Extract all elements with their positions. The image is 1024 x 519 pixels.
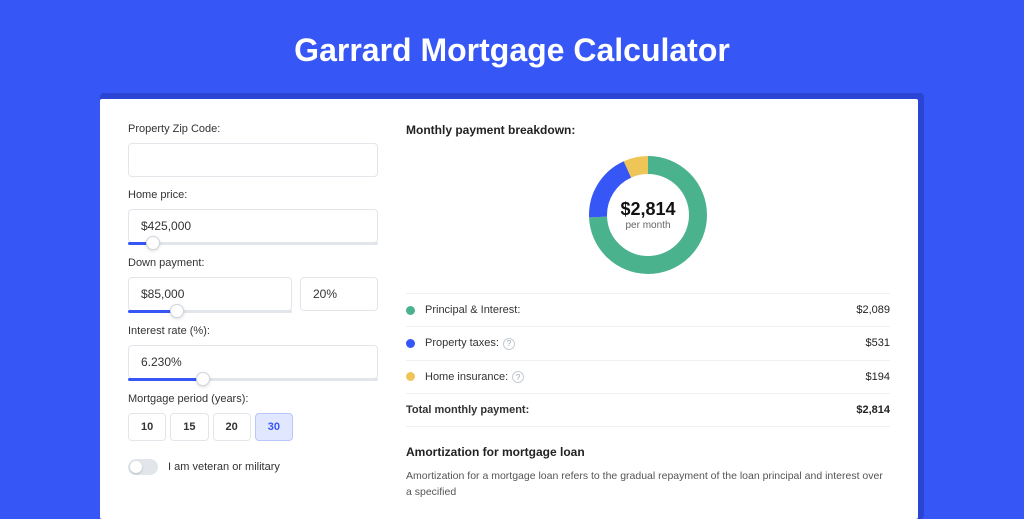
form-panel: Property Zip Code: Home price: Down paym… — [128, 123, 378, 495]
breakdown-value: $2,089 — [856, 304, 890, 316]
zip-label: Property Zip Code: — [128, 123, 378, 135]
down-payment-label: Down payment: — [128, 257, 378, 269]
card-container: Property Zip Code: Home price: Down paym… — [0, 93, 1024, 519]
donut-center: $2,814 per month — [584, 151, 712, 279]
legend-dot-icon — [406, 372, 415, 381]
legend-dot-icon — [406, 306, 415, 315]
amortization-title: Amortization for mortgage loan — [406, 445, 890, 459]
interest-rate-slider-fill — [128, 378, 203, 381]
help-icon[interactable]: ? — [512, 371, 524, 383]
breakdown-total-row: Total monthly payment:$2,814 — [406, 394, 890, 427]
mortgage-period-options: 10152030 — [128, 413, 378, 441]
interest-rate-input[interactable] — [128, 345, 378, 379]
card-shadow: Property Zip Code: Home price: Down paym… — [100, 93, 924, 519]
down-payment-pct-input[interactable] — [300, 277, 378, 311]
donut-chart: $2,814 per month — [584, 151, 712, 279]
breakdown-label: Property taxes:? — [425, 337, 866, 350]
home-price-slider-thumb[interactable] — [146, 236, 160, 250]
breakdown-total-value: $2,814 — [856, 404, 890, 416]
breakdown-row: Property taxes:?$531 — [406, 327, 890, 361]
page-title: Garrard Mortgage Calculator — [0, 0, 1024, 93]
period-option-30[interactable]: 30 — [255, 413, 293, 441]
legend-dot-icon — [406, 339, 415, 348]
breakdown-list: Principal & Interest:$2,089Property taxe… — [406, 293, 890, 427]
down-payment-slider-thumb[interactable] — [170, 304, 184, 318]
amortization-section: Amortization for mortgage loan Amortizat… — [406, 445, 890, 501]
breakdown-row: Principal & Interest:$2,089 — [406, 294, 890, 327]
veteran-label: I am veteran or military — [168, 461, 280, 473]
zip-input[interactable] — [128, 143, 378, 177]
breakdown-value: $194 — [866, 371, 890, 383]
breakdown-value: $531 — [866, 337, 890, 349]
calculator-card: Property Zip Code: Home price: Down paym… — [100, 99, 918, 519]
home-price-input[interactable] — [128, 209, 378, 243]
period-option-10[interactable]: 10 — [128, 413, 166, 441]
breakdown-label: Home insurance:? — [425, 371, 866, 384]
amortization-text: Amortization for a mortgage loan refers … — [406, 469, 890, 501]
breakdown-total-label: Total monthly payment: — [406, 404, 856, 416]
interest-rate-slider-thumb[interactable] — [196, 372, 210, 386]
veteran-toggle-knob — [130, 461, 142, 473]
interest-rate-label: Interest rate (%): — [128, 325, 378, 337]
veteran-toggle[interactable] — [128, 459, 158, 475]
down-payment-field: Down payment: — [128, 257, 378, 313]
mortgage-period-label: Mortgage period (years): — [128, 393, 378, 405]
zip-field: Property Zip Code: — [128, 123, 378, 177]
home-price-slider[interactable] — [128, 242, 378, 245]
donut-chart-container: $2,814 per month — [406, 143, 890, 293]
breakdown-label: Principal & Interest: — [425, 304, 856, 316]
donut-sub: per month — [625, 220, 670, 231]
breakdown-title: Monthly payment breakdown: — [406, 123, 890, 137]
interest-rate-slider[interactable] — [128, 378, 378, 381]
interest-rate-field: Interest rate (%): — [128, 325, 378, 381]
home-price-label: Home price: — [128, 189, 378, 201]
breakdown-row: Home insurance:?$194 — [406, 361, 890, 395]
home-price-field: Home price: — [128, 189, 378, 245]
mortgage-period-field: Mortgage period (years): 10152030 — [128, 393, 378, 441]
breakdown-panel: Monthly payment breakdown: $2,814 per mo… — [406, 123, 890, 495]
help-icon[interactable]: ? — [503, 338, 515, 350]
period-option-15[interactable]: 15 — [170, 413, 208, 441]
period-option-20[interactable]: 20 — [213, 413, 251, 441]
donut-amount: $2,814 — [620, 199, 675, 220]
down-payment-input[interactable] — [128, 277, 292, 311]
down-payment-slider[interactable] — [128, 310, 292, 313]
veteran-row: I am veteran or military — [128, 459, 378, 475]
